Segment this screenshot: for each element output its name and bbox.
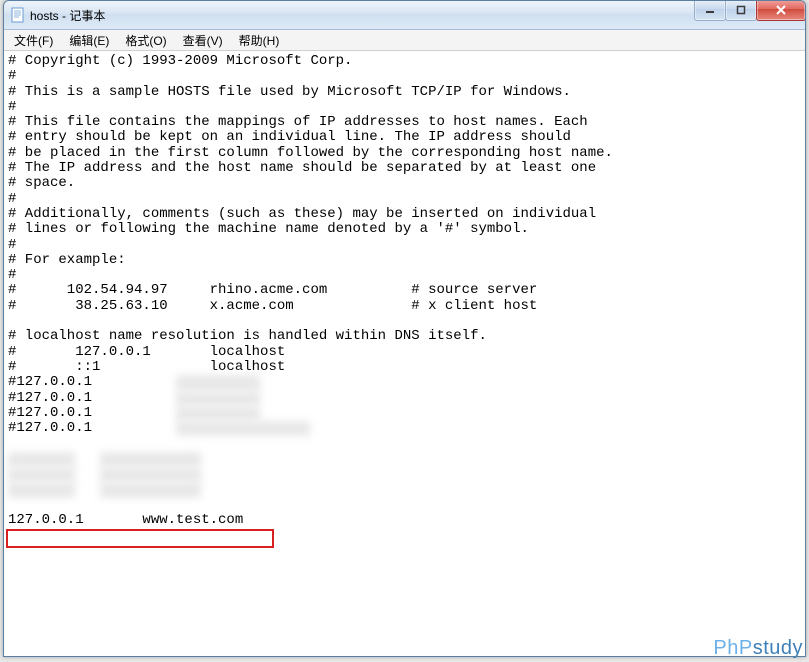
text-line: #127.0.0.1 — [8, 420, 176, 436]
highlight-box — [6, 529, 274, 548]
redacted-text: xxxxxxxx — [8, 452, 75, 467]
text-line: # — [8, 237, 16, 253]
text-line: # localhost name resolution is handled w… — [8, 328, 487, 344]
text-line: # The IP address and the host name shoul… — [8, 160, 596, 176]
redacted-text: xxxxxxxxxxxx — [100, 467, 201, 482]
menu-view[interactable]: 查看(V) — [175, 30, 231, 51]
close-button[interactable] — [756, 0, 806, 21]
watermark-part: PhP — [713, 637, 752, 659]
text-line: # — [8, 191, 16, 207]
redacted-text: xxxxxxxxxxxx — [100, 452, 201, 467]
text-line: # Copyright (c) 1993-2009 Microsoft Corp… — [8, 53, 352, 69]
text-line: # — [8, 99, 16, 115]
minimize-button[interactable] — [694, 0, 726, 21]
menu-file[interactable]: 文件(F) — [6, 30, 61, 51]
text-editor[interactable]: # Copyright (c) 1993-2009 Microsoft Corp… — [4, 51, 805, 656]
redacted-text: xxxxxxxx — [8, 482, 75, 497]
menu-edit[interactable]: 编辑(E) — [61, 30, 117, 51]
text-line: # 38.25.63.10 x.acme.com # x client host — [8, 298, 537, 314]
menubar: 文件(F) 编辑(E) 格式(O) 查看(V) 帮助(H) — [4, 30, 805, 51]
close-icon — [775, 5, 787, 15]
maximize-button[interactable] — [725, 0, 757, 21]
window-buttons — [695, 0, 806, 21]
text-line: #127.0.0.1 — [8, 374, 176, 390]
text-line: #127.0.0.1 — [8, 405, 176, 421]
text-line: # For example: — [8, 252, 126, 268]
window-title: hosts - 记事本 — [30, 7, 105, 24]
menu-help[interactable]: 帮助(H) — [231, 30, 288, 51]
text-line: # entry should be kept on an individual … — [8, 129, 571, 145]
minimize-icon — [705, 5, 715, 15]
redacted-text: xxxxxxxxxxxx — [100, 482, 201, 497]
redacted-text: xxxxxxxxxx — [176, 391, 260, 406]
text-line: # space. — [8, 175, 75, 191]
text-line: # 127.0.0.1 localhost — [8, 344, 285, 360]
text-line: #127.0.0.1 — [8, 390, 176, 406]
highlighted-entry: 127.0.0.1 www.test.com — [8, 512, 243, 528]
text-line: # This file contains the mappings of IP … — [8, 114, 588, 130]
text-line: # be placed in the first column followed… — [8, 145, 613, 161]
text-line: # — [8, 267, 16, 283]
redacted-text: xxxxxxxxxx — [176, 375, 260, 390]
notepad-window: hosts - 记事本 文件(F) 编辑(E) 格式(O) 查看(V) 帮助(H… — [3, 0, 806, 657]
text-line: # ::1 localhost — [8, 359, 285, 375]
menu-format[interactable]: 格式(O) — [117, 30, 174, 51]
text-line: # lines or following the machine name de… — [8, 221, 529, 237]
text-line: # 102.54.94.97 rhino.acme.com # source s… — [8, 282, 537, 298]
maximize-icon — [736, 5, 746, 15]
titlebar[interactable]: hosts - 记事本 — [4, 1, 805, 30]
redacted-text: xxxxxxxxxxxxxxxx — [176, 421, 310, 436]
redacted-text: xxxxxxxxxx — [176, 406, 260, 421]
text-line: # Additionally, comments (such as these)… — [8, 206, 596, 222]
text-line: # This is a sample HOSTS file used by Mi… — [8, 84, 571, 100]
watermark: PhPstudy — [713, 637, 803, 660]
redacted-text: xxxxxxxx — [8, 467, 75, 482]
notepad-icon — [10, 7, 26, 23]
watermark-part: study — [753, 637, 803, 659]
text-line: # — [8, 68, 16, 84]
